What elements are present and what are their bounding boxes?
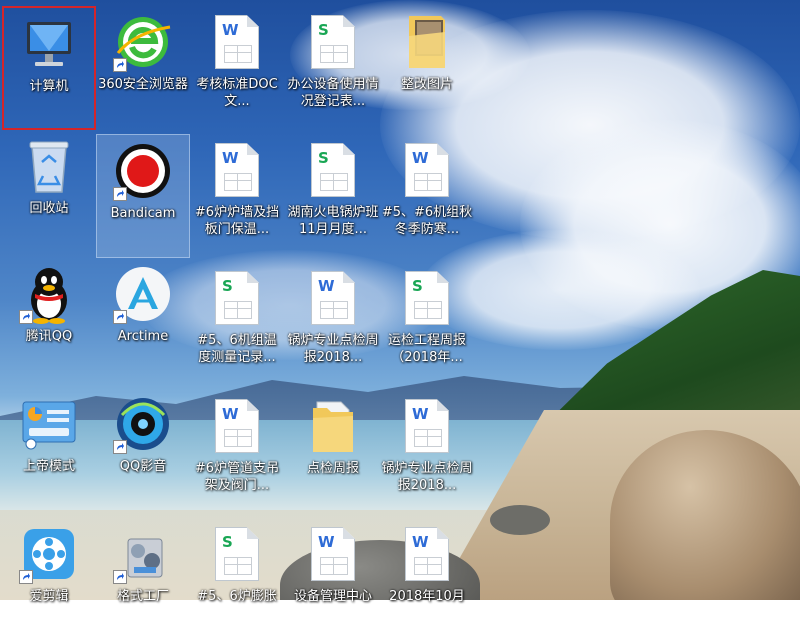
desktop-icon-bandicam[interactable]: Bandicam bbox=[96, 134, 190, 258]
desktop-icon-recycle-bin[interactable]: 回收站 bbox=[2, 130, 96, 254]
desktop-icon-grid: 计算机 回收站 腾讯QQ 上帝模式 爱剪辑 360安全浏览器 Bandicam … bbox=[0, 0, 800, 604]
desktop-icon-doc-equipment-center[interactable]: W 设备管理中心 bbox=[286, 518, 380, 642]
word-doc-icon: W bbox=[395, 138, 459, 202]
desktop-icon-label: 设备管理中心 bbox=[293, 589, 372, 604]
qq-penguin-icon bbox=[17, 262, 81, 326]
desktop-icon-label: 运检工程周报（2018年... bbox=[387, 333, 466, 365]
folder-icon bbox=[301, 394, 365, 458]
desktop-icon-label: #6炉管道支吊架及阀门... bbox=[194, 461, 280, 493]
desktop-icon-sheet-expansion[interactable]: S #5、6炉膨胀 bbox=[190, 518, 284, 642]
shortcut-arrow-icon bbox=[113, 310, 127, 324]
desktop-icon-label: 办公设备使用情况登记表... bbox=[287, 77, 379, 109]
word-doc-icon: W bbox=[205, 138, 269, 202]
desktop-icon-label: 计算机 bbox=[29, 79, 69, 94]
desktop-icon-sheet-engineering-weekly[interactable]: S 运检工程周报（2018年... bbox=[380, 262, 474, 386]
browser-360-icon bbox=[111, 10, 175, 74]
video-editor-icon bbox=[17, 522, 81, 586]
desktop-icon-label: 360安全浏览器 bbox=[98, 77, 188, 92]
desktop-icon-doc-pipe-supports[interactable]: W #6炉管道支吊架及阀门... bbox=[190, 390, 284, 514]
desktop-icon-label: 湖南火电锅炉班11月月度... bbox=[287, 205, 379, 237]
desktop-icon-sheet-temperature[interactable]: S #5、6机组温度测量记录... bbox=[190, 262, 284, 386]
format-factory-icon bbox=[111, 522, 175, 586]
spreadsheet-icon: S bbox=[301, 10, 365, 74]
desktop-icon-doc-6-furnace[interactable]: W #6炉炉墙及挡板门保温... bbox=[190, 134, 284, 258]
desktop-icon-doc-october[interactable]: W 2018年10月 bbox=[380, 518, 474, 642]
computer-icon bbox=[17, 12, 81, 76]
desktop-icon-label: 点检周报 bbox=[306, 461, 359, 476]
desktop-icon-label: #5、6炉膨胀 bbox=[197, 589, 277, 604]
desktop-icon-arctime[interactable]: Arctime bbox=[96, 258, 190, 382]
shortcut-arrow-icon bbox=[113, 570, 127, 584]
desktop-icon-label: #5、6机组温度测量记录... bbox=[197, 333, 277, 365]
qq-player-icon bbox=[111, 392, 175, 456]
folder-icon bbox=[395, 10, 459, 74]
arctime-icon bbox=[111, 262, 175, 326]
desktop-icon-folder-rectification[interactable]: 整改图片 bbox=[380, 6, 474, 130]
desktop-icon-360-browser[interactable]: 360安全浏览器 bbox=[96, 6, 190, 130]
desktop-icon-label: Bandicam bbox=[110, 206, 176, 221]
desktop-icon-qq[interactable]: 腾讯QQ bbox=[2, 258, 96, 382]
desktop-icon-label: QQ影音 bbox=[119, 459, 167, 474]
desktop-icon-sheet-boiler-monthly[interactable]: S 湖南火电锅炉班11月月度... bbox=[286, 134, 380, 258]
desktop-icon-doc-boiler-weekly-2[interactable]: W 锅炉专业点检周报2018... bbox=[380, 390, 474, 514]
desktop-icon-folder-inspection[interactable]: 点检周报 bbox=[286, 390, 380, 514]
desktop-icon-doc-winter-prevention[interactable]: W #5、#6机组秋冬季防寒... bbox=[380, 134, 474, 258]
shortcut-arrow-icon bbox=[113, 187, 127, 201]
control-panel-icon bbox=[17, 392, 81, 456]
word-doc-icon: W bbox=[301, 266, 365, 330]
desktop-icon-god-mode[interactable]: 上帝模式 bbox=[2, 388, 96, 512]
shortcut-arrow-icon bbox=[19, 310, 33, 324]
desktop-icon-label: 2018年10月 bbox=[389, 589, 465, 604]
desktop-icon-label: 爱剪辑 bbox=[29, 589, 69, 604]
word-doc-icon: W bbox=[395, 394, 459, 458]
desktop-icon-label: #6炉炉墙及挡板门保温... bbox=[194, 205, 280, 237]
spreadsheet-icon: S bbox=[205, 522, 269, 586]
desktop-icon-computer[interactable]: 计算机 bbox=[2, 6, 96, 130]
word-doc-icon: W bbox=[205, 10, 269, 74]
desktop-icon-label: 整改图片 bbox=[400, 77, 453, 92]
desktop-icon-doc-assessment[interactable]: W 考核标准DOC 文... bbox=[190, 6, 284, 130]
shortcut-arrow-icon bbox=[113, 440, 127, 454]
spreadsheet-icon: S bbox=[395, 266, 459, 330]
desktop-icon-label: 上帝模式 bbox=[22, 459, 75, 474]
desktop-icon-label: Arctime bbox=[117, 329, 169, 344]
shortcut-arrow-icon bbox=[19, 570, 33, 584]
spreadsheet-icon: S bbox=[301, 138, 365, 202]
word-doc-icon: W bbox=[301, 522, 365, 586]
desktop-icon-label: 回收站 bbox=[29, 201, 69, 216]
word-doc-icon: W bbox=[205, 394, 269, 458]
desktop-icon-sheet-office-equipment[interactable]: S 办公设备使用情况登记表... bbox=[286, 6, 380, 130]
desktop-icon-label: 考核标准DOC 文... bbox=[196, 77, 278, 109]
desktop-icon-label: 锅炉专业点检周报2018... bbox=[381, 461, 473, 493]
shortcut-arrow-icon bbox=[113, 58, 127, 72]
recycle-bin-icon bbox=[17, 134, 81, 198]
desktop-icon-label: #5、#6机组秋冬季防寒... bbox=[381, 205, 473, 237]
desktop-icon-label: 腾讯QQ bbox=[25, 329, 73, 344]
desktop-icon-qq-player[interactable]: QQ影音 bbox=[96, 388, 190, 512]
desktop-icon-format-factory[interactable]: 格式工厂 bbox=[96, 518, 190, 642]
desktop-icon-doc-boiler-weekly[interactable]: W 锅炉专业点检周报2018... bbox=[286, 262, 380, 386]
spreadsheet-icon: S bbox=[205, 266, 269, 330]
desktop-icon-label: 锅炉专业点检周报2018... bbox=[287, 333, 379, 365]
bandicam-icon bbox=[111, 139, 175, 203]
desktop-icon-video-editor[interactable]: 爱剪辑 bbox=[2, 518, 96, 642]
word-doc-icon: W bbox=[395, 522, 459, 586]
desktop-icon-label: 格式工厂 bbox=[116, 589, 169, 604]
